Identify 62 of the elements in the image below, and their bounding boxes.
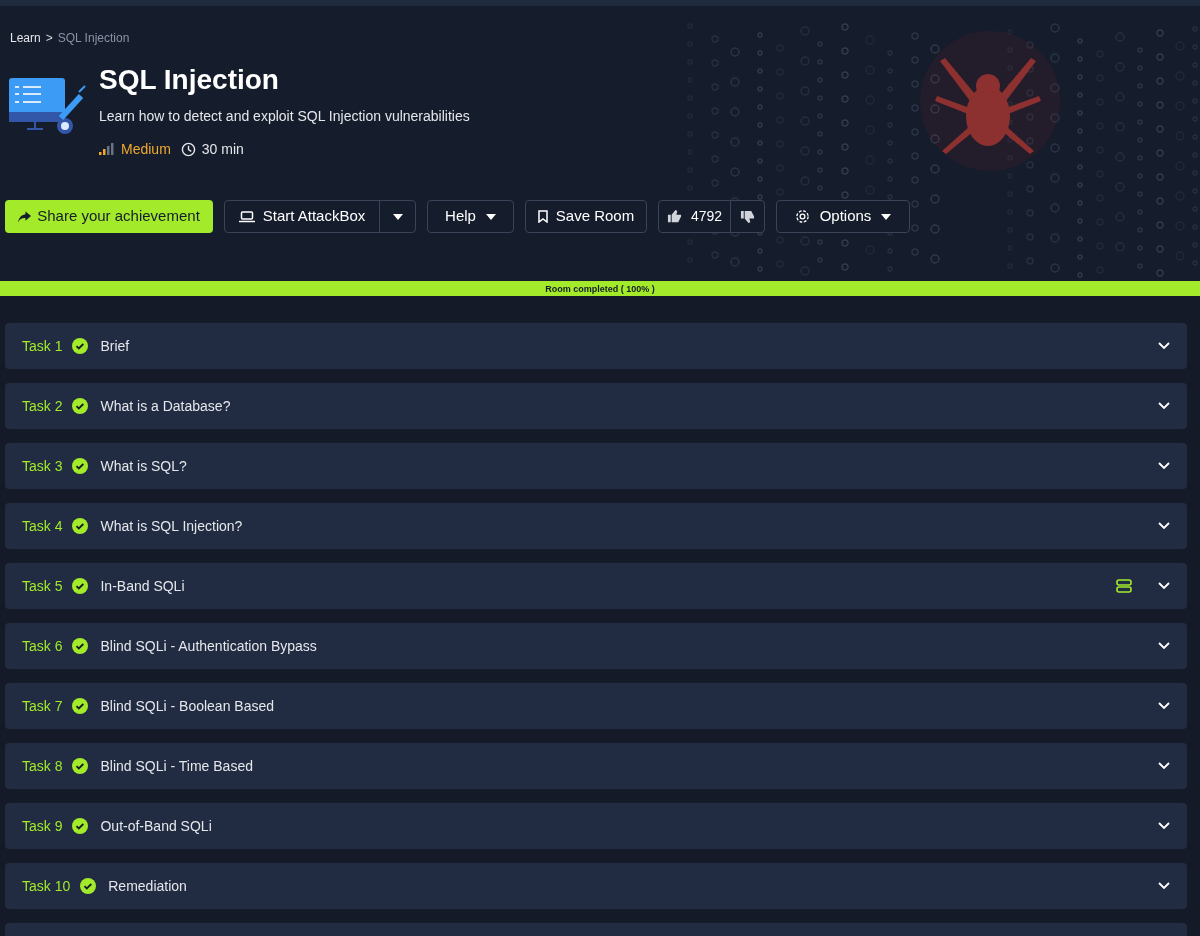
chevron-down-icon: [1158, 762, 1170, 770]
task-header[interactable]: Task 9 Out-of-Band SQLi: [5, 803, 1187, 849]
task-header[interactable]: Task 2 What is a Database?: [5, 383, 1187, 429]
breadcrumb-separator: >: [45, 30, 53, 47]
caret-icon: [485, 213, 496, 220]
thumbs-down-icon: [740, 209, 755, 224]
task-title: What is a Database?: [100, 396, 232, 416]
task-header[interactable]: Task 10 Remediation: [5, 863, 1187, 909]
duration-label: 30 min: [201, 140, 244, 159]
task-title: What is SQL?: [100, 456, 188, 476]
task-number: Task 3: [22, 456, 63, 476]
task-header[interactable]: Task 6 Blind SQLi - Authentication Bypass: [5, 623, 1187, 669]
task-title: Remediation: [108, 876, 188, 896]
task-number: Task 10: [22, 876, 71, 896]
task-number: Task 2: [22, 396, 63, 416]
laptop-icon: [238, 210, 255, 223]
bookmark-icon: [537, 210, 548, 223]
chevron-down-icon: [1158, 402, 1170, 410]
task-title: Brief: [100, 336, 131, 356]
chevron-down-icon: [1158, 822, 1170, 830]
save-room-button[interactable]: Save Room: [525, 200, 647, 233]
breadcrumb-link[interactable]: SQL Injection: [57, 29, 130, 47]
task-number: Task 7: [22, 696, 63, 716]
chevron-down-icon: [1158, 882, 1170, 890]
share-arrow-icon: [18, 210, 32, 223]
task-header[interactable]: Task 3 What is SQL?: [5, 443, 1187, 489]
caret-icon: [392, 213, 403, 220]
settings-icon: [794, 209, 810, 224]
task-number: Task 4: [22, 516, 63, 536]
task-header[interactable]: Task 7 Blind SQLi - Boolean Based: [5, 683, 1187, 729]
task-header[interactable]: Task 5 In-Band SQLi: [5, 563, 1187, 609]
help-button[interactable]: Help: [427, 200, 514, 233]
caret-icon: [881, 213, 892, 220]
task-number: Task 8: [22, 756, 63, 776]
chevron-down-icon: [1158, 462, 1170, 470]
chevron-down-icon: [1158, 642, 1170, 650]
progress-label: Room completed ( 100% ): [545, 282, 655, 295]
room-description: Learn how to detect and exploit SQL Injection vulnerabilities: [99, 107, 470, 126]
chevron-down-icon: [1158, 582, 1170, 590]
task-number: Task 6: [22, 636, 63, 656]
chevron-down-icon: [1158, 342, 1170, 350]
task-title: Blind SQLi - Time Based: [100, 756, 254, 776]
options-button[interactable]: Options: [776, 200, 910, 233]
task-title: Out-of-Band SQLi: [100, 816, 213, 836]
task-title: Blind SQLi - Authentication Bypass: [100, 636, 318, 656]
task-header[interactable]: Task 4 What is SQL Injection?: [5, 503, 1187, 549]
room-title: SQL Injection: [99, 64, 280, 96]
difficulty-label: Medium: [121, 140, 171, 159]
task-number: Task 1: [22, 336, 63, 356]
chevron-down-icon: [1158, 702, 1170, 710]
share-button[interactable]: Share your achievement: [5, 200, 213, 233]
task-header[interactable]: Task 1 Brief: [5, 323, 1187, 369]
task-number: Task 9: [22, 816, 63, 836]
task-number: Task 5: [22, 576, 63, 596]
task-title: Blind SQLi - Boolean Based: [100, 696, 276, 716]
chevron-down-icon: [1158, 522, 1170, 530]
thumbs-up-icon: [666, 209, 682, 224]
task-title: In-Band SQLi: [100, 576, 186, 596]
clock-icon: [180, 142, 196, 157]
task-title: What is SQL Injection?: [100, 516, 244, 536]
task-header[interactable]: Task 8 Blind SQLi - Time Based: [5, 743, 1187, 789]
breadcrumb-link[interactable]: Learn: [10, 29, 41, 47]
